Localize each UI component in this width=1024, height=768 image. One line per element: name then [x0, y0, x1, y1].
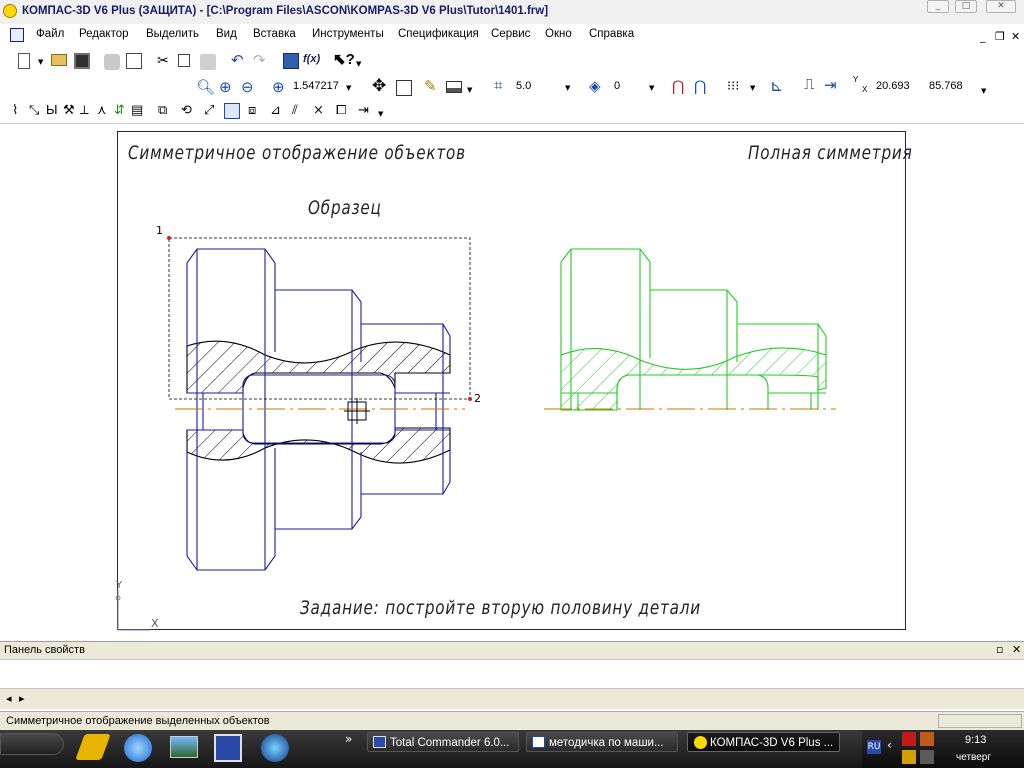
tray-expand-icon[interactable]: ‹	[887, 738, 892, 752]
panel-scroll-left-button[interactable]: ◂	[6, 692, 12, 705]
sample-upper-section	[186, 340, 451, 394]
clock-day: четверг	[956, 752, 991, 763]
floppy-quicklaunch-icon[interactable]	[214, 734, 242, 762]
panel-nav-row: ◂ ▸	[0, 689, 1024, 709]
sample-lower-section	[186, 427, 451, 464]
clock-time: 9:13	[965, 734, 987, 746]
network-icon[interactable]	[261, 734, 289, 762]
quicklaunch-expand-button[interactable]: »	[345, 732, 352, 746]
language-indicator[interactable]: RU	[867, 740, 881, 754]
panel-scroll-right-button[interactable]: ▸	[19, 692, 25, 705]
property-panel-title: Панель свойств	[4, 644, 85, 656]
property-panel-header: Панель свойств ▫ ✕	[0, 641, 1024, 660]
status-bar: Симметричное отображение выделенных объе…	[0, 711, 1024, 731]
status-cell	[938, 714, 1022, 728]
floppy-icon	[373, 736, 386, 748]
selection-point-2	[468, 397, 472, 401]
property-panel-body	[0, 659, 1024, 689]
task-word-document[interactable]: методичка по маши...	[526, 732, 678, 752]
quicklaunch-kompas-icon[interactable]	[75, 734, 111, 760]
status-text: Симметричное отображение выделенных объе…	[6, 715, 270, 727]
task-total-commander[interactable]: Total Commander 6.0...	[367, 732, 519, 752]
task-kompas[interactable]: КОМПАС-3D V6 Plus ...	[687, 732, 840, 752]
tray-volume-icon[interactable]	[920, 750, 934, 764]
close-panel-button[interactable]: ✕	[1012, 643, 1021, 656]
word-icon	[532, 736, 545, 748]
tray-settings-icon[interactable]	[902, 750, 916, 764]
selection-point-1	[167, 236, 171, 240]
pin-panel-button[interactable]: ▫	[996, 643, 1003, 656]
start-button[interactable]	[0, 733, 64, 755]
origin-marker	[115, 590, 150, 631]
crosshair-cursor	[344, 398, 370, 424]
internet-explorer-icon[interactable]	[124, 734, 152, 762]
antivirus-icon[interactable]	[902, 732, 916, 746]
result-part	[560, 248, 827, 411]
tray-app-icon[interactable]	[920, 732, 934, 746]
show-desktop-icon[interactable]	[170, 736, 198, 758]
result-hatched-section	[560, 347, 827, 411]
system-tray: RU ‹ 9:13 четверг	[862, 730, 1024, 768]
kompas-icon	[694, 736, 707, 749]
